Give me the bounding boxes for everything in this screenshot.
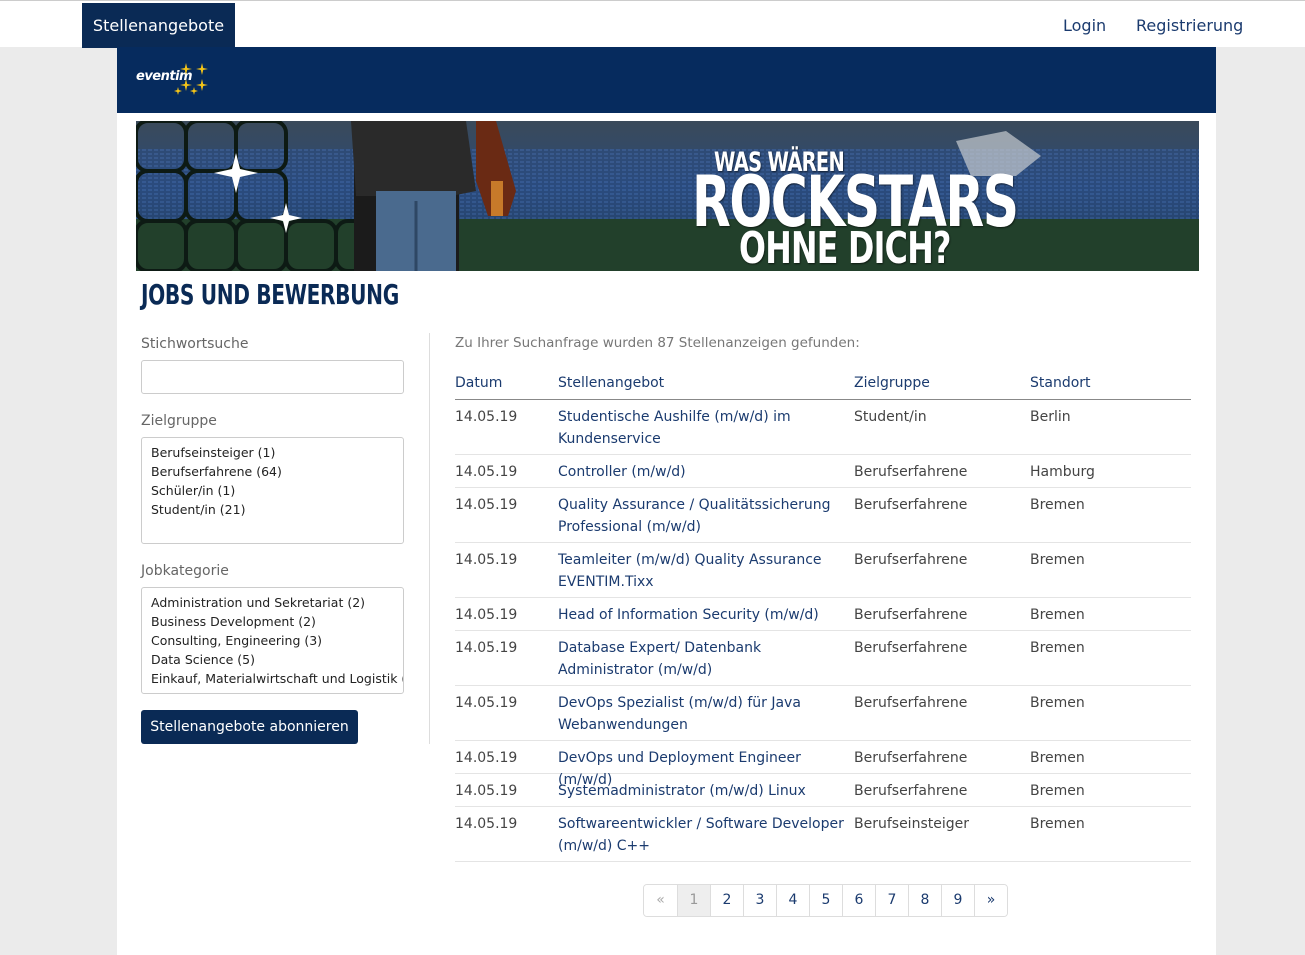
job-location: Bremen (1030, 816, 1085, 832)
pagination-page[interactable]: 2 (710, 885, 743, 916)
pagination-page[interactable]: 6 (842, 885, 875, 916)
table-row: 14.05.19 Head of Information Security (m… (455, 598, 1191, 631)
column-header-group[interactable]: Zielgruppe (854, 370, 930, 396)
eventim-logo[interactable]: eventim (136, 61, 216, 101)
target-group-option[interactable]: Berufserfahrene (64) (151, 462, 394, 481)
job-group: Berufserfahrene (854, 640, 968, 656)
pagination-page[interactable]: 5 (809, 885, 842, 916)
column-header-title[interactable]: Stellenangebot (558, 370, 848, 396)
pagination-prev[interactable]: « (644, 885, 677, 916)
header-band: eventim (117, 47, 1216, 113)
job-date: 14.05.19 (455, 409, 518, 425)
page-title: JOBS UND BEWERBUNG (141, 278, 399, 311)
job-group: Berufserfahrene (854, 607, 968, 623)
keyword-search-input[interactable] (141, 360, 404, 394)
search-label: Stichwortsuche (141, 336, 249, 352)
column-header-location[interactable]: Standort (1030, 370, 1091, 396)
table-row: 14.05.19 DevOps und Deployment Engineer … (455, 741, 1191, 788)
job-location: Bremen (1030, 783, 1085, 799)
job-date: 14.05.19 (455, 464, 518, 480)
job-location: Berlin (1030, 409, 1071, 425)
job-category-listbox[interactable]: Administration und Sekretariat (2) Busin… (141, 587, 404, 694)
pagination-page[interactable]: 3 (743, 885, 776, 916)
table-row: 14.05.19 DevOps Spezialist (m/w/d) für J… (455, 686, 1191, 741)
job-title-link[interactable]: Database Expert/ Datenbank Administrator… (558, 637, 848, 681)
job-table: Datum Stellenangebot Zielgruppe Standort… (455, 370, 1191, 862)
login-link[interactable]: Login (1063, 3, 1106, 48)
job-date: 14.05.19 (455, 552, 518, 568)
pagination-page[interactable]: 8 (908, 885, 941, 916)
job-title-link[interactable]: Quality Assurance / Qualitätssicherung P… (558, 494, 848, 538)
job-title-link[interactable]: Systemadministrator (m/w/d) Linux (558, 780, 848, 802)
job-location: Bremen (1030, 640, 1085, 656)
job-group: Berufserfahrene (854, 497, 968, 513)
job-group: Berufserfahrene (854, 552, 968, 568)
job-title-link[interactable]: DevOps Spezialist (m/w/d) für Java Weban… (558, 692, 848, 736)
table-row: 14.05.19 Teamleiter (m/w/d) Quality Assu… (455, 543, 1191, 598)
job-date: 14.05.19 (455, 695, 518, 711)
job-date: 14.05.19 (455, 750, 518, 766)
register-link[interactable]: Registrierung (1136, 3, 1243, 48)
top-navbar: Stellenangebote Login Registrierung (0, 0, 1305, 48)
job-group: Berufserfahrene (854, 464, 968, 480)
job-location: Bremen (1030, 750, 1085, 766)
result-count-text: Zu Ihrer Suchanfrage wurden 87 Stellenan… (455, 335, 860, 351)
table-row: 14.05.19 Softwareentwickler / Software D… (455, 807, 1191, 862)
banner-line-3: OHNE DICH? (739, 223, 951, 271)
target-group-option[interactable]: Berufseinsteiger (1) (151, 443, 394, 462)
job-location: Bremen (1030, 607, 1085, 623)
nav-tab-stellenangebote[interactable]: Stellenangebote (82, 3, 235, 48)
job-group: Berufserfahrene (854, 750, 968, 766)
job-date: 14.05.19 (455, 497, 518, 513)
target-group-option[interactable]: Student/in (21) (151, 500, 394, 519)
table-row: 14.05.19 Systemadministrator (m/w/d) Lin… (455, 774, 1191, 807)
job-category-option[interactable]: Einkauf, Materialwirtschaft und Logistik… (151, 669, 403, 688)
stadium-image (136, 121, 1199, 271)
job-date: 14.05.19 (455, 640, 518, 656)
job-category-label: Jobkategorie (141, 563, 229, 579)
pagination-next[interactable]: » (974, 885, 1007, 916)
page-container: eventim WAS WÄREN ROCKSTARS OHNE DICH? J… (117, 47, 1216, 955)
job-title-link[interactable]: Studentische Aushilfe (m/w/d) im Kundens… (558, 406, 848, 450)
pagination: « 1 2 3 4 5 6 7 8 9 » (643, 884, 1008, 917)
stars-icon (174, 63, 208, 95)
job-location: Bremen (1030, 552, 1085, 568)
job-category-option[interactable]: Business Development (2) (151, 612, 394, 631)
job-group: Berufserfahrene (854, 695, 968, 711)
job-category-option[interactable]: Data Science (5) (151, 650, 394, 669)
column-divider (429, 333, 430, 744)
target-group-option[interactable]: Schüler/in (1) (151, 481, 394, 500)
job-location: Hamburg (1030, 464, 1095, 480)
target-group-label: Zielgruppe (141, 413, 217, 429)
job-location: Bremen (1030, 497, 1085, 513)
job-group: Berufseinsteiger (854, 816, 969, 832)
job-title-link[interactable]: Controller (m/w/d) (558, 461, 848, 483)
job-group: Student/in (854, 409, 927, 425)
column-header-date[interactable]: Datum (455, 370, 502, 396)
table-row: 14.05.19 Quality Assurance / Qualitätssi… (455, 488, 1191, 543)
table-row: 14.05.19 Controller (m/w/d) Berufserfahr… (455, 455, 1191, 488)
job-date: 14.05.19 (455, 783, 518, 799)
pagination-page[interactable]: 4 (776, 885, 809, 916)
pagination-page-current[interactable]: 1 (677, 885, 710, 916)
hero-banner: WAS WÄREN ROCKSTARS OHNE DICH? (136, 121, 1199, 271)
job-date: 14.05.19 (455, 816, 518, 832)
job-group: Berufserfahrene (854, 783, 968, 799)
subscribe-button[interactable]: Stellenangebote abonnieren (141, 710, 358, 744)
job-date: 14.05.19 (455, 607, 518, 623)
job-title-link[interactable]: Softwareentwickler / Software Developer … (558, 813, 848, 857)
job-title-link[interactable]: Teamleiter (m/w/d) Quality Assurance EVE… (558, 549, 848, 593)
job-location: Bremen (1030, 695, 1085, 711)
job-category-option[interactable]: Consulting, Engineering (3) (151, 631, 394, 650)
job-title-link[interactable]: Head of Information Security (m/w/d) (558, 604, 848, 626)
table-row: 14.05.19 Studentische Aushilfe (m/w/d) i… (455, 400, 1191, 455)
table-row: 14.05.19 Database Expert/ Datenbank Admi… (455, 631, 1191, 686)
pagination-page[interactable]: 9 (941, 885, 974, 916)
table-header: Datum Stellenangebot Zielgruppe Standort (455, 370, 1191, 400)
pagination-page[interactable]: 7 (875, 885, 908, 916)
target-group-listbox[interactable]: Berufseinsteiger (1) Berufserfahrene (64… (141, 437, 404, 544)
job-category-option[interactable]: Administration und Sekretariat (2) (151, 593, 394, 612)
